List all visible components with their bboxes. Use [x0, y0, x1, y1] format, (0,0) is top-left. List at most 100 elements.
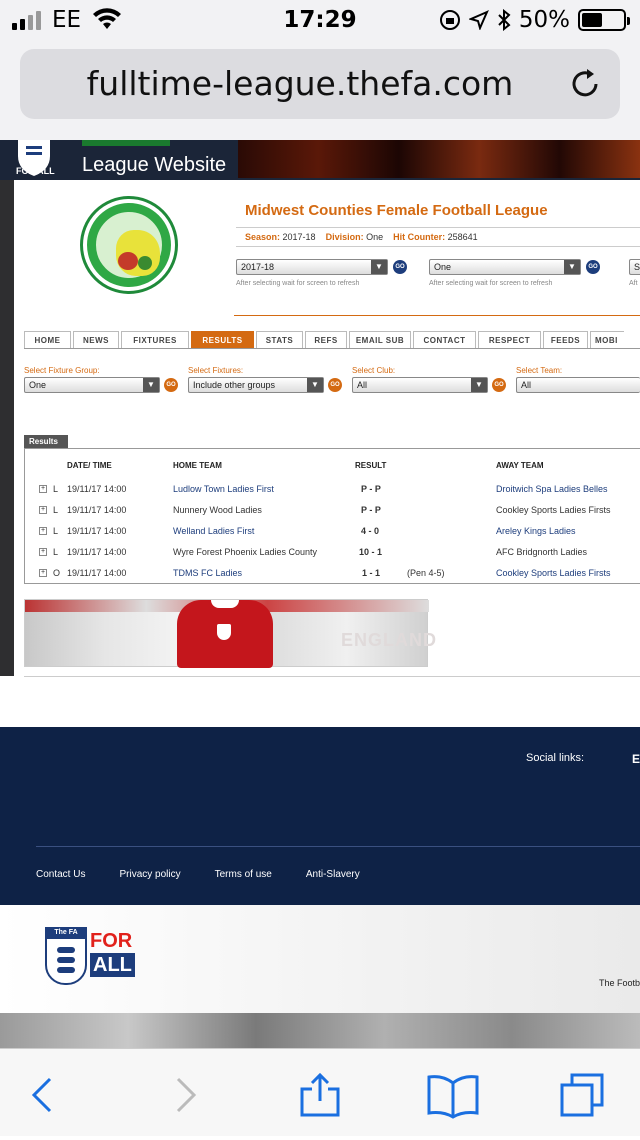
season-go-button[interactable]: GO [393, 260, 407, 274]
england-shirt-advert[interactable]: ENGLAND [24, 599, 436, 668]
expand-icon[interactable]: + [39, 506, 47, 514]
tab-home[interactable]: HOME [24, 331, 71, 348]
row-result: P - P [361, 484, 381, 494]
fixture-group-go-button[interactable]: GO [164, 378, 178, 392]
fixture-group-select[interactable]: One ▼ [24, 377, 160, 393]
row-type: L [53, 484, 59, 494]
anti-slavery-link[interactable]: Anti-Slavery [306, 869, 360, 880]
club-go-button[interactable]: GO [492, 378, 506, 392]
team-select[interactable]: All [516, 377, 640, 393]
division-select[interactable]: One ▼ [429, 259, 581, 275]
team-label: Select Team: [516, 366, 563, 375]
expand-icon[interactable]: + [39, 485, 47, 493]
league-website-title[interactable]: League Website [82, 154, 226, 177]
fa-crest-logo[interactable]: The FA [45, 927, 87, 985]
divider [24, 676, 640, 677]
fixtures-label: Select Fixtures: [188, 366, 244, 375]
season-select-value: 2017-18 [241, 262, 275, 272]
expand-icon[interactable]: + [39, 548, 47, 556]
division-hint: After selecting wait for screen to refre… [429, 280, 553, 287]
chevron-down-icon: ▼ [371, 260, 387, 274]
fixture-group-label: Select Fixture Group: [24, 366, 100, 375]
col-datetime: DATE/ TIME [67, 461, 112, 470]
division-go-button[interactable]: GO [586, 260, 600, 274]
home-team-link[interactable]: Nunnery Wood Ladies [173, 505, 262, 515]
privacy-policy-link[interactable]: Privacy policy [119, 869, 180, 880]
row-result: 4 - 0 [361, 526, 380, 536]
col-result: RESULT [355, 461, 387, 470]
table-row: + O 19/11/17 14:00 TDMS FC Ladies 1 - 1 … [25, 568, 640, 589]
row-date: 19/11/17 14:00 [67, 547, 127, 557]
tab-stats[interactable]: STATS [256, 331, 303, 348]
season-label: Season: [245, 232, 281, 242]
address-bar[interactable]: fulltime-league.thefa.com [20, 49, 620, 119]
england-text: ENGLAND [341, 630, 437, 650]
contact-us-link[interactable]: Contact Us [36, 869, 85, 880]
share-icon[interactable] [296, 1071, 344, 1119]
row-date: 19/11/17 14:00 [67, 526, 127, 536]
tab-refs[interactable]: REFS [305, 331, 347, 348]
fa-copyright: The Footb [598, 978, 640, 988]
away-team-link[interactable]: AFC Bridgnorth Ladies [496, 547, 587, 557]
division-label: Division: [325, 232, 364, 242]
tabs-icon[interactable] [558, 1071, 606, 1119]
web-page: FOR ALL League Website Midwest Counties … [0, 140, 640, 1140]
season-value: 2017-18 [282, 232, 316, 242]
location-icon [468, 10, 489, 30]
fixtures-select[interactable]: Include other groups ▼ [188, 377, 324, 393]
results-tab[interactable]: Results [24, 435, 68, 449]
tab-fixtures[interactable]: FIXTURES [121, 331, 189, 348]
main-nav: HOME NEWS FIXTURES RESULTS STATS REFS EM… [24, 331, 640, 349]
third-select[interactable]: S [629, 259, 640, 275]
for-all-label: FOR ALL [16, 166, 55, 176]
forward-icon[interactable] [160, 1071, 208, 1119]
season-hint: After selecting wait for screen to refre… [236, 280, 360, 287]
expand-icon[interactable]: + [39, 569, 47, 577]
team-value: All [521, 380, 532, 390]
tab-email-sub[interactable]: EMAIL SUB [349, 331, 411, 348]
reload-icon[interactable] [568, 67, 602, 101]
expand-icon[interactable]: + [39, 527, 47, 535]
back-icon[interactable] [20, 1071, 68, 1119]
home-team-link[interactable]: Ludlow Town Ladies First [173, 484, 274, 494]
tab-news[interactable]: NEWS [73, 331, 119, 348]
bookmarks-icon[interactable] [426, 1071, 480, 1119]
league-title: Midwest Counties Female Football League [245, 202, 548, 219]
tab-mobile[interactable]: MOBI [590, 331, 624, 348]
battery-percent: 50% [518, 7, 570, 33]
fixtures-go-button[interactable]: GO [328, 378, 342, 392]
third-hint: Aft [629, 280, 638, 287]
league-meta: Season: 2017-18 Division: One Hit Counte… [236, 227, 640, 247]
col-away-team: AWAY TEAM [496, 461, 544, 470]
tab-contact[interactable]: CONTACT [413, 331, 476, 348]
division-select-value: One [434, 262, 452, 272]
header-separator [234, 315, 640, 316]
tab-respect[interactable]: RESPECT [478, 331, 541, 348]
home-team-link[interactable]: TDMS FC Ladies [173, 568, 242, 578]
season-select[interactable]: 2017-18 ▼ [236, 259, 388, 275]
row-date: 19/11/17 14:00 [67, 484, 127, 494]
home-team-link[interactable]: Welland Ladies First [173, 526, 254, 536]
row-result: 10 - 1 [359, 547, 383, 557]
bluetooth-icon [498, 9, 511, 31]
league-page: Midwest Counties Female Football League … [14, 184, 640, 677]
away-team-link[interactable]: Cookley Sports Ladies Firsts [496, 505, 611, 515]
page-side-background [0, 180, 14, 676]
row-type: L [53, 505, 59, 515]
terms-of-use-link[interactable]: Terms of use [215, 869, 272, 880]
social-link[interactable]: E [632, 752, 640, 766]
status-bar: EE 17:29 50% [0, 0, 640, 40]
row-result: 1 - 1 [362, 568, 381, 578]
counter-value: 258641 [447, 232, 478, 242]
away-team-link[interactable]: Droitwich Spa Ladies Belles [496, 484, 608, 494]
away-team-link[interactable]: Areley Kings Ladies [496, 526, 576, 536]
tab-feeds[interactable]: FEEDS [543, 331, 588, 348]
row-result: P - P [361, 505, 381, 515]
away-team-link[interactable]: Cookley Sports Ladies Firsts [496, 568, 611, 578]
home-team-link[interactable]: Wyre Forest Phoenix Ladies County [173, 547, 317, 557]
site-footer: Social links: E Contact Us Privacy polic… [0, 727, 640, 905]
tab-results[interactable]: RESULTS [191, 331, 254, 348]
chevron-down-icon: ▼ [471, 378, 487, 392]
club-select[interactable]: All ▼ [352, 377, 488, 393]
url-text[interactable]: fulltime-league.thefa.com [20, 64, 580, 103]
